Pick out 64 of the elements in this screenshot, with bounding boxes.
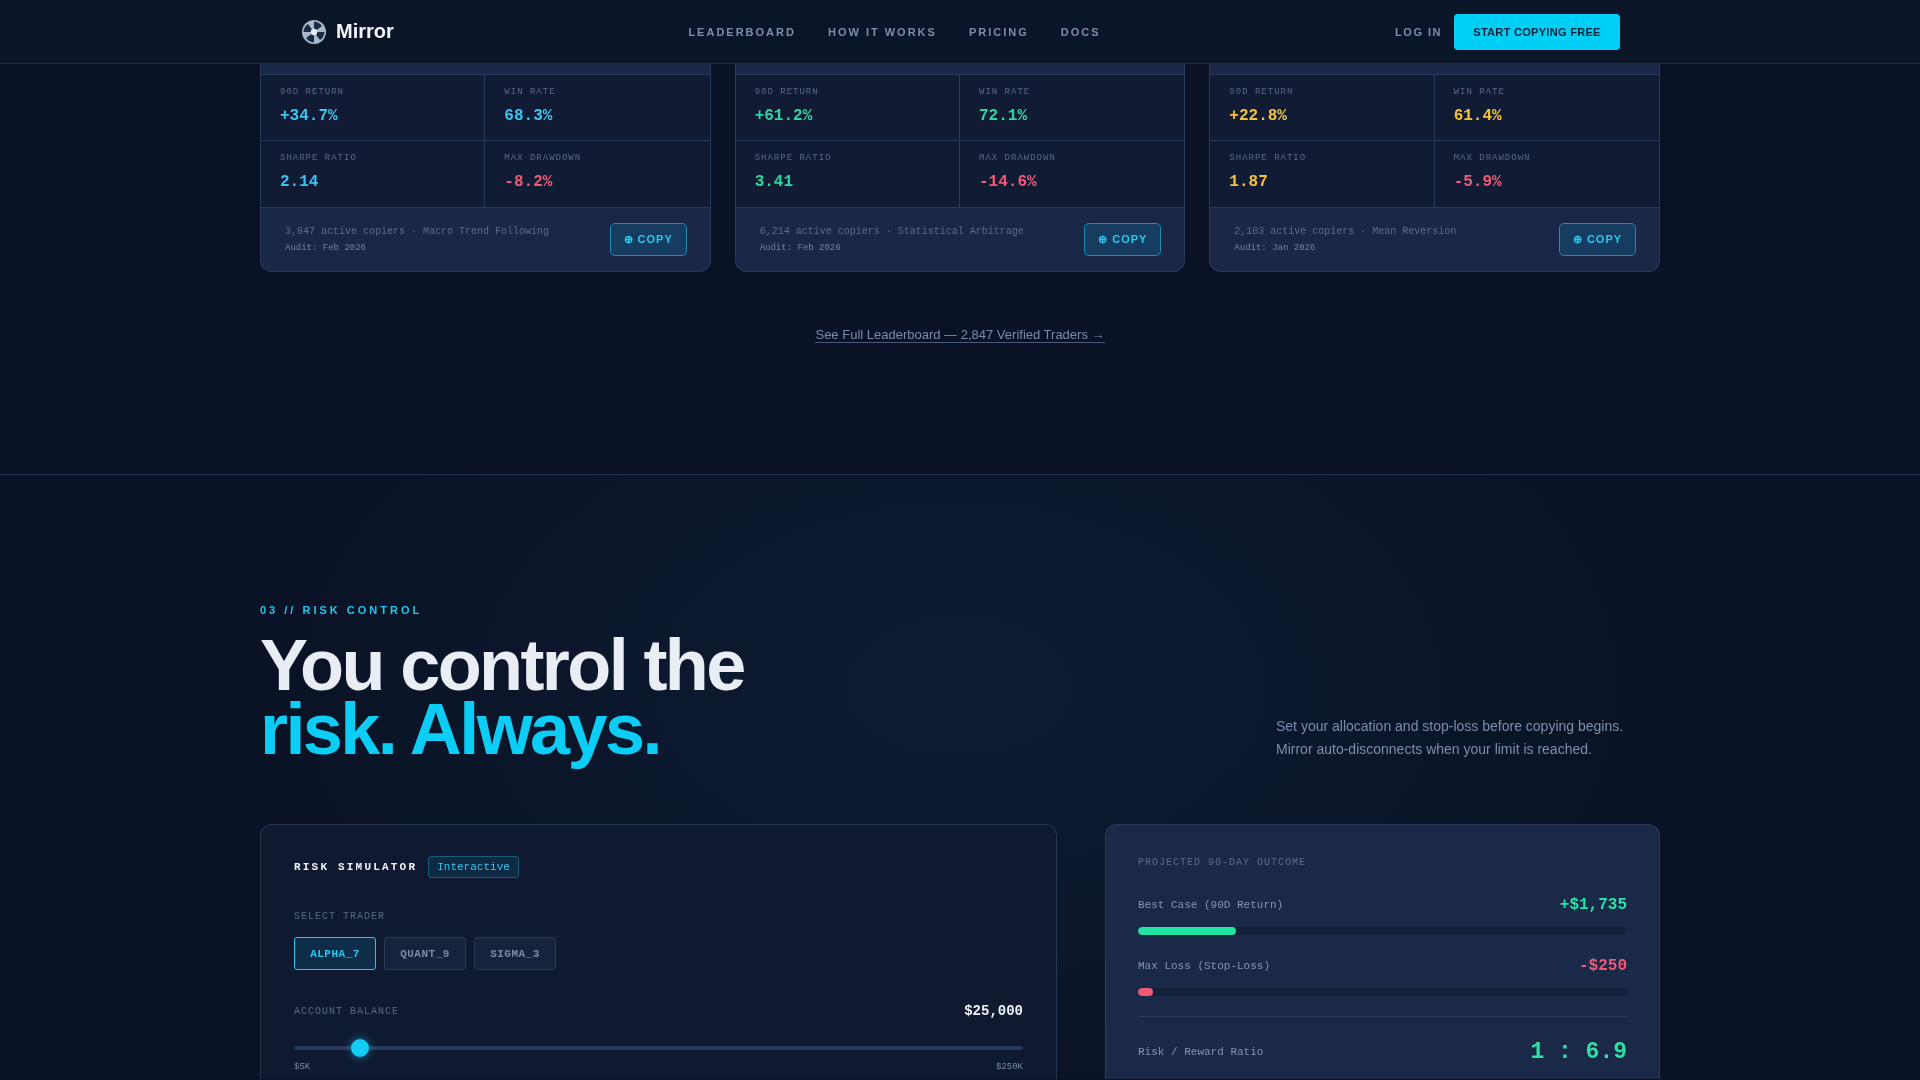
nav-link[interactable]: HOW IT WORKS bbox=[827, 25, 937, 38]
ratio-value: 1 : 6.9 bbox=[1530, 1039, 1627, 1065]
metric-label: WIN RATE bbox=[979, 86, 1031, 98]
metric-value: 3.41 bbox=[754, 172, 794, 192]
metric-label: WIN RATE bbox=[1453, 86, 1505, 98]
metric-label: WIN RATE bbox=[504, 86, 556, 98]
trader-option[interactable]: SIGMA_3 bbox=[474, 937, 556, 970]
copy-button[interactable]: ⊕ COPY bbox=[1084, 223, 1162, 256]
metric-value: 61.4% bbox=[1453, 106, 1502, 126]
metric-value: 72.1% bbox=[979, 106, 1027, 126]
ratio-label: Risk / Reward Ratio bbox=[1138, 1046, 1264, 1058]
pinwheel-icon[interactable] bbox=[302, 19, 326, 44]
metric-label: 90D RETURN bbox=[280, 86, 344, 98]
leaderboard-link[interactable]: See Full Leaderboard — 2,847 Verified Traders → bbox=[815, 327, 1105, 343]
slider-min-label: $5K bbox=[294, 1062, 311, 1073]
audit-text: Audit: Jan 2026 bbox=[1234, 242, 1316, 254]
metric-value: +22.8% bbox=[1229, 106, 1287, 126]
metric-value: +34.7% bbox=[280, 106, 338, 126]
nav-link[interactable]: PRICING bbox=[968, 25, 1029, 38]
metric-value: -5.9% bbox=[1453, 172, 1502, 192]
trader-option[interactable]: QUANT_9 bbox=[384, 937, 466, 970]
interactive-badge: Interactive bbox=[428, 856, 519, 878]
outcome-label: Best Case (90D Return) bbox=[1138, 899, 1284, 911]
login-link[interactable]: LOG IN bbox=[1395, 25, 1442, 38]
metric-value: -8.2% bbox=[504, 172, 553, 192]
metric-value: +61.2% bbox=[754, 106, 813, 126]
section-description: Set your allocation and stop-loss before copying begins. Mirror auto-disconnects when your limit is reached. bbox=[1276, 717, 1625, 759]
copiers-text: 2,103 active copiers · Mean Reversion bbox=[1234, 225, 1457, 239]
slider-max-label: $250K bbox=[996, 1062, 1023, 1073]
field-label: ACCOUNT BALANCE bbox=[294, 1004, 399, 1018]
metric-value: 1.87 bbox=[1229, 172, 1268, 192]
nav-link[interactable]: LEADERBOARD bbox=[688, 25, 796, 38]
metric-value: 68.3% bbox=[504, 106, 553, 126]
outcome-title: PROJECTED 90-DAY OUTCOME bbox=[1138, 856, 1307, 869]
start-copying-button[interactable]: START COPYING FREE bbox=[1454, 13, 1620, 50]
balance-value: $25,000 bbox=[964, 1003, 1023, 1019]
metric-label: 90D RETURN bbox=[754, 86, 819, 98]
simulator-title: RISK SIMULATOR bbox=[294, 861, 418, 873]
audit-text: Audit: Feb 2026 bbox=[285, 242, 366, 254]
outcome-value: +$1,735 bbox=[1559, 896, 1627, 914]
outcome-label: Max Loss (Stop-Loss) bbox=[1138, 960, 1271, 972]
outcome-value: -$250 bbox=[1579, 957, 1627, 975]
metric-label: SHARPE RATIO bbox=[754, 152, 832, 164]
metric-label: MAX DRAWDOWN bbox=[504, 152, 582, 164]
section-eyebrow: 03 // RISK CONTROL bbox=[260, 603, 423, 617]
metric-value: 2.14 bbox=[280, 172, 319, 192]
metric-value: -14.6% bbox=[979, 172, 1037, 192]
metric-label: MAX DRAWDOWN bbox=[1453, 152, 1531, 164]
copy-button[interactable]: ⊕ COPY bbox=[1559, 223, 1636, 256]
copiers-text: 6,214 active copiers · Statistical Arbitrage bbox=[759, 225, 1024, 239]
metric-label: MAX DRAWDOWN bbox=[979, 152, 1056, 164]
slider-thumb[interactable] bbox=[350, 1039, 369, 1057]
copy-button[interactable]: ⊕ COPY bbox=[609, 223, 687, 256]
section-heading: You control the bbox=[260, 633, 744, 697]
metric-label: SHARPE RATIO bbox=[1229, 152, 1307, 164]
section-heading-highlight: risk. Always. bbox=[260, 697, 660, 771]
field-label: SELECT TRADER bbox=[294, 910, 385, 923]
audit-text: Audit: Feb 2026 bbox=[759, 242, 841, 254]
metric-label: SHARPE RATIO bbox=[280, 152, 357, 164]
nav-link[interactable]: DOCS bbox=[1060, 25, 1101, 38]
brand-name[interactable]: Mirror bbox=[336, 20, 394, 43]
metric-label: 90D RETURN bbox=[1229, 86, 1294, 98]
trader-option[interactable]: ALPHA_7 bbox=[294, 937, 376, 970]
copiers-text: 3,847 active copiers · Macro Trend Following bbox=[285, 225, 550, 239]
